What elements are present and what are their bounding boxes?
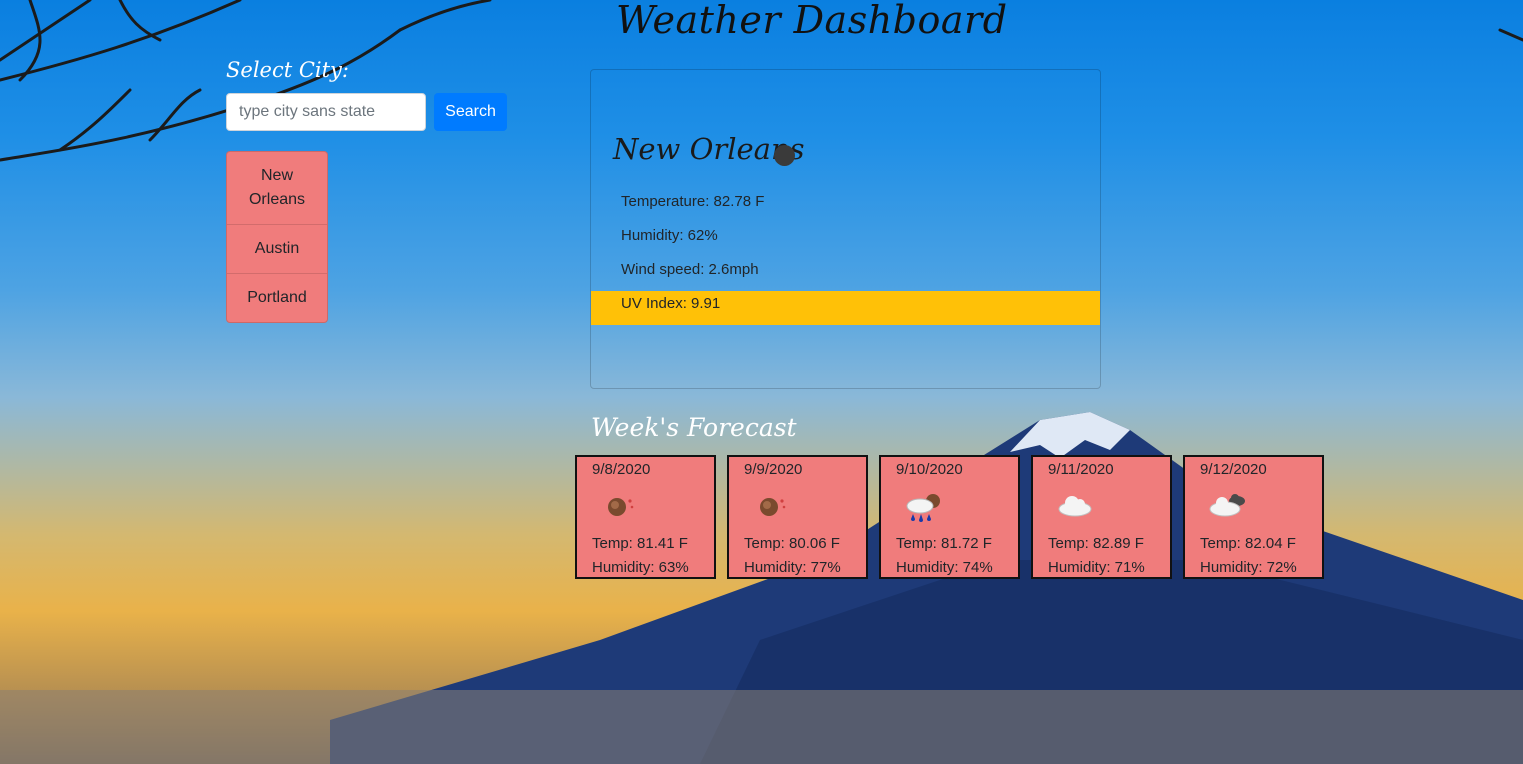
forecast-temp: Temp: 81.41 F: [592, 535, 688, 552]
current-weather-card: New Orleans Temperature: 82.78 F Humidit…: [590, 69, 1101, 389]
city-search-input[interactable]: [226, 93, 426, 131]
city-item-new-orleans[interactable]: New Orleans: [227, 152, 327, 225]
cloud-icon: [1058, 496, 1092, 517]
forecast-humidity: Humidity: 74%: [896, 559, 993, 576]
forecast-date: 9/9/2020: [744, 461, 803, 478]
forecast-card: 9/10/2020 Temp: 81.72 F Humidity: 74%: [879, 455, 1020, 579]
forecast-date: 9/12/2020: [1200, 461, 1267, 478]
forecast-humidity: Humidity: 77%: [744, 559, 841, 576]
city-history-list: New Orleans Austin Portland: [226, 151, 328, 323]
broken-clouds-icon: [1209, 494, 1245, 517]
dark-circle-icon: [774, 145, 795, 166]
forecast-date: 9/11/2020: [1048, 461, 1114, 478]
dashboard: Weather Dashboard Select City: Search Ne…: [0, 0, 1523, 764]
forecast-title: Week's Forecast: [591, 413, 797, 442]
select-city-label: Select City:: [226, 58, 349, 82]
forecast-temp: Temp: 82.89 F: [1048, 535, 1144, 552]
forecast-date: 9/10/2020: [896, 461, 963, 478]
rain-icon: [906, 494, 940, 522]
forecast-humidity: Humidity: 71%: [1048, 559, 1145, 576]
haze-icon: [760, 498, 786, 516]
forecast-humidity: Humidity: 63%: [592, 559, 689, 576]
forecast-temp: Temp: 80.06 F: [744, 535, 840, 552]
forecast-temp: Temp: 82.04 F: [1200, 535, 1296, 552]
city-item-austin[interactable]: Austin: [227, 225, 327, 274]
forecast-humidity: Humidity: 72%: [1200, 559, 1297, 576]
forecast-card: 9/12/2020 Temp: 82.04 F Humidity: 72%: [1183, 455, 1324, 579]
humidity-text: Humidity: 62%: [621, 227, 718, 244]
search-button[interactable]: Search: [434, 93, 507, 131]
uv-index-text: UV Index: 9.91: [621, 295, 721, 312]
page-title: Weather Dashboard: [616, 0, 1008, 42]
forecast-card: 9/8/2020 Temp: 81.41 F Humidity: 63%: [575, 455, 716, 579]
temperature-text: Temperature: 82.78 F: [621, 193, 765, 210]
wind-speed-text: Wind speed: 2.6mph: [621, 261, 759, 278]
forecast-card: 9/11/2020 Temp: 82.89 F Humidity: 71%: [1031, 455, 1172, 579]
city-item-portland[interactable]: Portland: [227, 274, 327, 322]
haze-icon: [608, 498, 634, 516]
uv-index-bar: UV Index: 9.91: [591, 291, 1100, 325]
forecast-date: 9/8/2020: [592, 461, 651, 478]
forecast-card: 9/9/2020 Temp: 80.06 F Humidity: 77%: [727, 455, 868, 579]
forecast-temp: Temp: 81.72 F: [896, 535, 992, 552]
